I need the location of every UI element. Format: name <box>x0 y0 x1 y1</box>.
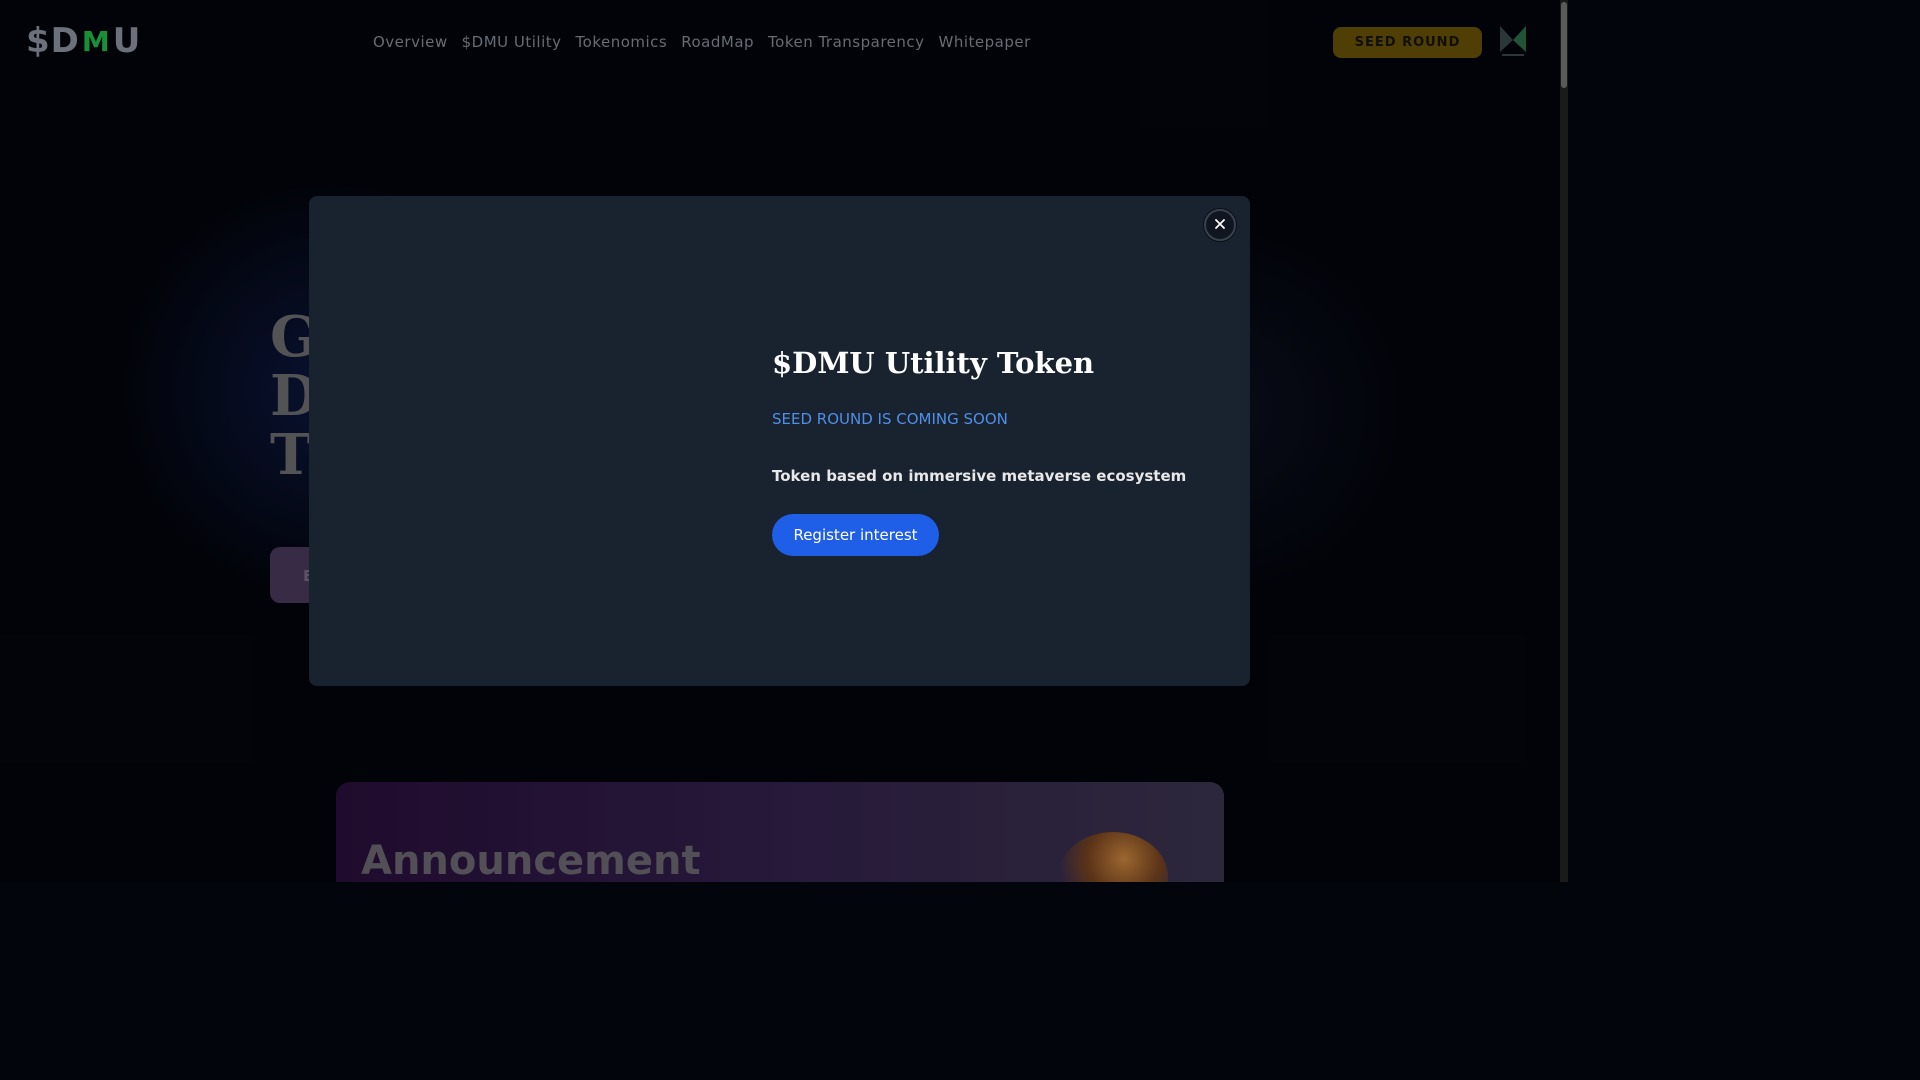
scrollbar-thumb[interactable] <box>1561 2 1567 88</box>
seed-round-modal: $DMU Utility Token SEED ROUND IS COMING … <box>309 196 1250 686</box>
page: $D M U Overview $DMU Utility Tokenomics … <box>0 0 1568 882</box>
page-scrollbar[interactable] <box>1560 0 1568 882</box>
close-icon <box>1214 218 1226 233</box>
modal-title: $DMU Utility Token <box>772 346 1095 380</box>
close-button[interactable] <box>1204 209 1236 241</box>
modal-description: Token based on immersive metaverse ecosy… <box>772 467 1187 485</box>
register-interest-button[interactable]: Register interest <box>772 514 939 556</box>
modal-subtitle: SEED ROUND IS COMING SOON <box>772 410 1008 428</box>
